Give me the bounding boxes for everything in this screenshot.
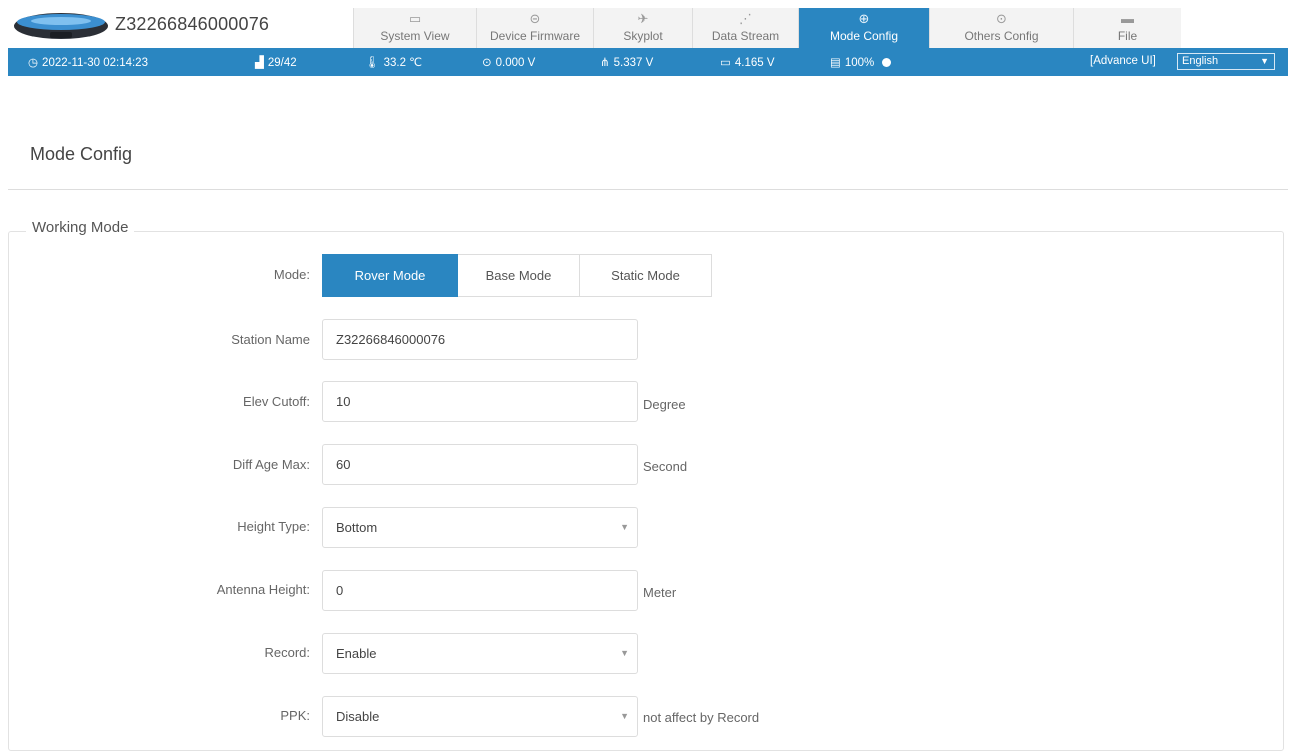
voltage-2-value: 5.337 V bbox=[613, 57, 654, 69]
tab-label: Skyplot bbox=[623, 29, 663, 43]
monitor-icon: ▭ bbox=[408, 11, 422, 26]
tab-mode-config[interactable]: ⊕ Mode Config bbox=[798, 8, 929, 48]
chevron-down-icon: ▼ bbox=[1260, 56, 1269, 66]
mode-selector: Rover Mode Base Mode Static Mode bbox=[322, 254, 712, 297]
elev-cutoff-label: Elev Cutoff: bbox=[243, 394, 310, 409]
record-select[interactable]: Enable ▼ bbox=[322, 633, 638, 674]
elev-cutoff-value: 10 bbox=[336, 394, 351, 409]
temperature-value: 33.2 ℃ bbox=[383, 57, 423, 69]
divider bbox=[8, 189, 1288, 190]
status-bar: ◷ 2022-11-30 02:14:23 ▟ 29/42 🌡︎ 33.2 ℃ ⊙ 0.… bbox=[8, 48, 1288, 76]
page-title: Mode Config bbox=[30, 144, 133, 164]
tab-data-stream[interactable]: ⋰ Data Stream bbox=[692, 8, 798, 48]
diff-age-value: 60 bbox=[336, 457, 351, 472]
record-value: Enable bbox=[336, 646, 377, 661]
ppk-note: not affect by Record bbox=[643, 710, 760, 725]
tab-label: Others Config bbox=[964, 29, 1039, 43]
battery-icon: ▭ bbox=[720, 57, 731, 69]
station-name-label: Station Name bbox=[231, 332, 310, 347]
chevron-down-icon: ▼ bbox=[620, 711, 629, 721]
tab-skyplot[interactable]: ✈ Skyplot bbox=[593, 8, 692, 48]
satellites-value: 29/42 bbox=[267, 57, 297, 69]
tab-system-view[interactable]: ▭ System View bbox=[353, 8, 476, 48]
plug-icon: ⋔ bbox=[600, 57, 610, 69]
advance-ui-link[interactable]: [Advance UI] bbox=[1090, 55, 1156, 67]
status-voltage-1: ⊙ 0.000 V bbox=[482, 55, 535, 69]
status-temperature: 🌡︎ 33.2 ℃ bbox=[365, 55, 422, 69]
main-tabs: ▭ System View ⊝ Device Firmware ✈ Skyplo… bbox=[353, 8, 1181, 48]
tab-device-firmware[interactable]: ⊝ Device Firmware bbox=[476, 8, 593, 48]
status-voltage-2: ⋔ 5.337 V bbox=[600, 55, 653, 69]
device-name: Z32266846000076 bbox=[115, 14, 270, 34]
status-satellites: ▟ 29/42 bbox=[255, 55, 297, 69]
height-type-value: Bottom bbox=[336, 520, 378, 535]
status-battery: ▭ 4.165 V bbox=[720, 55, 775, 69]
language-value: English bbox=[1182, 55, 1219, 67]
firmware-icon: ⊝ bbox=[529, 11, 541, 26]
status-datetime: ◷ 2022-11-30 02:14:23 bbox=[28, 55, 148, 69]
tab-label: System View bbox=[380, 29, 450, 43]
voltage-1-value: 0.000 V bbox=[495, 57, 536, 69]
storage-value: 100% bbox=[844, 57, 875, 69]
elev-cutoff-unit: Degree bbox=[643, 397, 686, 412]
tab-file[interactable]: ▬ File bbox=[1073, 8, 1181, 48]
station-name-value: Z32266846000076 bbox=[336, 332, 446, 347]
settings-icon: ⊙ bbox=[996, 11, 1007, 26]
satellite-count-icon: ▟ bbox=[255, 57, 264, 69]
antenna-height-label: Antenna Height: bbox=[216, 582, 310, 597]
elev-cutoff-field[interactable]: 10 bbox=[322, 381, 638, 422]
rover-mode-button[interactable]: Rover Mode bbox=[322, 254, 458, 297]
static-mode-button[interactable]: Static Mode bbox=[580, 254, 712, 297]
battery-value: 4.165 V bbox=[734, 57, 775, 69]
diff-age-unit: Second bbox=[643, 459, 688, 474]
tab-label: Mode Config bbox=[829, 29, 899, 43]
gnss-receiver-icon bbox=[14, 13, 108, 39]
thermometer-icon: 🌡︎ bbox=[365, 57, 380, 69]
diff-age-field[interactable]: 60 bbox=[322, 444, 638, 485]
language-select[interactable]: English ▼ bbox=[1177, 53, 1275, 70]
chevron-down-icon: ▼ bbox=[620, 648, 629, 658]
tab-others-config[interactable]: ⊙ Others Config bbox=[929, 8, 1073, 48]
ppk-value: Disable bbox=[336, 709, 380, 724]
storage-icon: ▤ bbox=[830, 57, 841, 69]
mode-icon: ⊕ bbox=[858, 11, 870, 26]
height-type-label: Height Type: bbox=[237, 519, 310, 534]
power-icon: ⊙ bbox=[482, 57, 492, 69]
section-title: Working Mode bbox=[26, 219, 135, 236]
base-mode-button[interactable]: Base Mode bbox=[458, 254, 580, 297]
antenna-height-value: 0 bbox=[336, 583, 344, 598]
chevron-down-icon: ▼ bbox=[620, 522, 629, 532]
status-storage: ▤ 100% bbox=[830, 55, 891, 69]
ppk-label: PPK: bbox=[280, 708, 310, 723]
mode-label: Mode: bbox=[273, 267, 310, 282]
tab-label: File bbox=[1117, 29, 1138, 43]
folder-icon: ▬ bbox=[1121, 11, 1134, 26]
height-type-select[interactable]: Bottom ▼ bbox=[322, 507, 638, 548]
station-name-field[interactable]: Z32266846000076 bbox=[322, 319, 638, 360]
working-mode-section bbox=[8, 231, 1284, 751]
diff-age-label: Diff Age Max: bbox=[232, 457, 310, 472]
status-dot-icon bbox=[881, 58, 891, 67]
tab-label: Data Stream bbox=[711, 29, 780, 43]
wave-icon: ⋰ bbox=[739, 11, 752, 26]
satellite-icon: ✈ bbox=[637, 11, 649, 26]
antenna-height-field[interactable]: 0 bbox=[322, 570, 638, 611]
top-header: Z32266846000076 ▭ System View ⊝ Device F… bbox=[0, 0, 1289, 48]
datetime-value: 2022-11-30 02:14:23 bbox=[42, 57, 148, 69]
clock-icon: ◷ bbox=[28, 57, 39, 69]
antenna-height-unit: Meter bbox=[643, 585, 677, 600]
record-label: Record: bbox=[264, 645, 310, 660]
tab-label: Device Firmware bbox=[489, 29, 580, 43]
